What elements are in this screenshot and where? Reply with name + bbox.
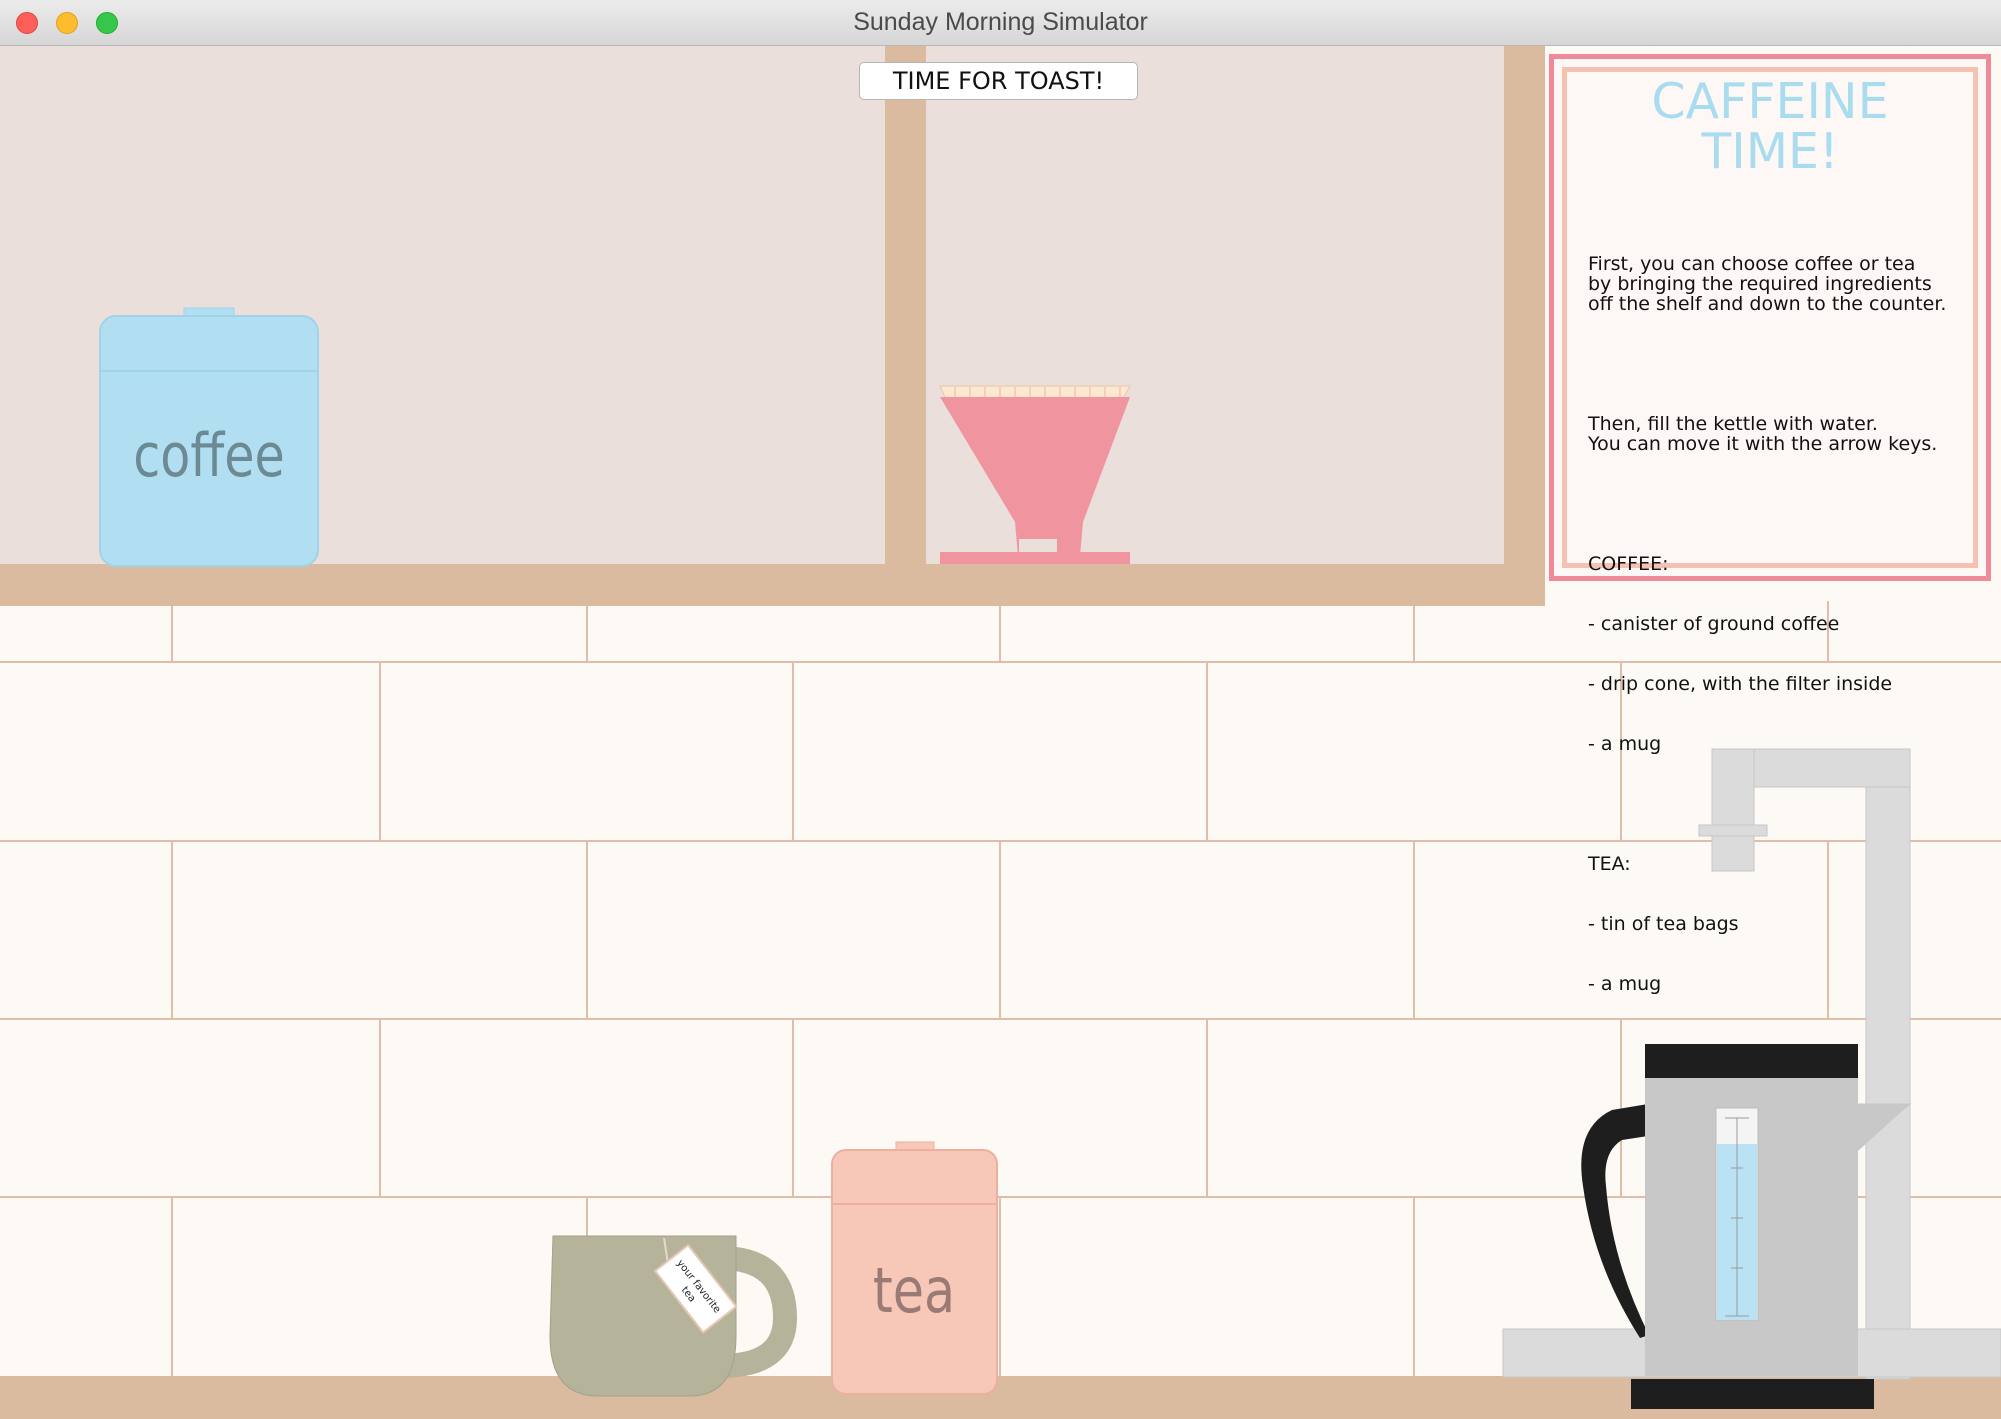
instructions-poster: CAFFEINE TIME! First, you can choose cof… [1549, 54, 1991, 994]
poster-tea-item: - a mug [1588, 973, 1662, 995]
time-for-toast-button[interactable]: TIME FOR TOAST! [859, 62, 1138, 100]
tea-tin[interactable]: tea [831, 1141, 998, 1395]
poster-title-line2: TIME! [1701, 123, 1839, 180]
poster-intro: First, you can choose coffee or tea by b… [1588, 253, 1947, 315]
poster-body: First, you can choose coffee or tea by b… [1588, 214, 1968, 1034]
poster-coffee-heading: COFFEE: [1588, 553, 1669, 575]
poster-title-line1: CAFFEINE [1651, 73, 1889, 130]
poster-title: CAFFEINE TIME! [1554, 77, 1986, 177]
kettle-base [1631, 1379, 1874, 1409]
poster-tea-heading: TEA: [1588, 853, 1631, 875]
coffee-canister[interactable]: coffee [99, 307, 319, 567]
poster-kettle-instructions: Then, fill the kettle with water. You ca… [1588, 413, 1938, 455]
title-bar: Sunday Morning Simulator [0, 0, 2001, 46]
coffee-canister-label: coffee [133, 420, 285, 490]
poster-coffee-item: - drip cone, with the filter inside [1588, 673, 1893, 695]
kitchen-scene: coffee your favorite tea tea TIME FOR TO… [0, 46, 2001, 1419]
poster-tea-item: - tin of tea bags [1588, 913, 1739, 935]
poster-coffee-item: - canister of ground coffee [1588, 613, 1840, 635]
poster-coffee-item: - a mug [1588, 733, 1662, 755]
tea-tin-label: tea [873, 1255, 955, 1327]
app-window: Sunday Morning Simulator coffee your fav… [0, 0, 2001, 1419]
window-title: Sunday Morning Simulator [853, 8, 1148, 36]
kettle-water-gauge [1715, 1107, 1759, 1321]
